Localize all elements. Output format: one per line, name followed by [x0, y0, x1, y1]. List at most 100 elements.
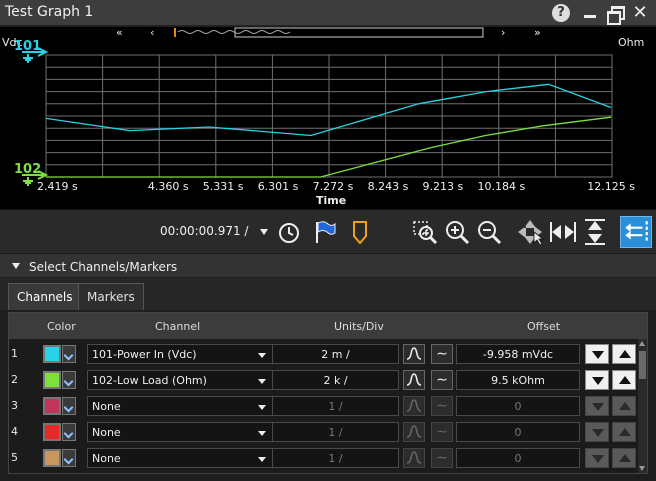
scroll-far-right-icon[interactable]: » — [534, 27, 541, 39]
waveform-step-icon[interactable] — [403, 370, 425, 390]
channel-select[interactable]: None — [87, 422, 273, 442]
offset-up-button[interactable] — [612, 448, 636, 468]
time-tick-label: 7.272 s — [313, 180, 354, 193]
overview-scroller[interactable]: « ‹ › » — [116, 27, 541, 39]
table-row: 5 None 1 / ∼ 0 — [9, 445, 637, 471]
offset-up-button[interactable] — [612, 396, 636, 416]
color-dropdown-icon[interactable] — [62, 449, 76, 467]
collapse-caret-icon[interactable] — [12, 263, 20, 269]
table-scrollbar[interactable] — [638, 339, 647, 473]
offset-field[interactable]: 9.5 kOhm — [456, 370, 580, 390]
color-swatch[interactable] — [43, 423, 61, 441]
color-swatch[interactable] — [43, 397, 61, 415]
plot-series — [45, 83, 612, 178]
color-dropdown-icon[interactable] — [62, 345, 76, 363]
units-div-field[interactable]: 1 / — [272, 422, 399, 442]
clock-button[interactable] — [276, 218, 304, 246]
graph-canvas[interactable]: « ‹ › » Vdc Ohm 101 102 2.419 s 4.360 s 5.… — [0, 27, 656, 209]
offset-up-button[interactable] — [612, 344, 636, 364]
offset-up-button[interactable] — [612, 422, 636, 442]
color-dropdown-icon[interactable] — [62, 423, 76, 441]
header-color: Color — [47, 320, 76, 333]
zoom-in-button[interactable] — [443, 218, 471, 246]
restore-button[interactable] — [606, 3, 626, 25]
scroll-thumb[interactable] — [639, 351, 646, 379]
header-offset: Offset — [527, 320, 561, 333]
scroll-track-button[interactable] — [620, 216, 652, 248]
pan-button[interactable] — [516, 218, 545, 246]
waveform-step-icon[interactable] — [403, 448, 425, 468]
color-swatch[interactable] — [43, 371, 61, 389]
offset-field[interactable]: 0 — [456, 448, 580, 468]
scroll-down-icon[interactable] — [639, 466, 645, 471]
units-div-field[interactable]: 1 / — [272, 448, 399, 468]
table-row: 3 None 1 / ∼ 0 — [9, 393, 637, 419]
offset-down-button[interactable] — [585, 396, 609, 416]
fit-vertical-button[interactable] — [581, 218, 609, 246]
waveform-step-icon[interactable] — [403, 344, 425, 364]
offset-up-button[interactable] — [612, 370, 636, 390]
color-dropdown-icon[interactable] — [62, 397, 76, 415]
waveform-smooth-icon[interactable]: ∼ — [431, 344, 453, 364]
help-button[interactable]: ? — [552, 4, 570, 22]
tab-channels[interactable]: Channels — [8, 283, 82, 310]
select-channels-label: Select Channels/Markers — [29, 260, 178, 274]
window-title: Test Graph 1 — [5, 4, 94, 20]
zoom-out-icon — [478, 221, 502, 245]
time-tick-label: 12.125 s — [587, 180, 635, 193]
offset-down-button[interactable] — [585, 344, 609, 364]
scroll-track-icon — [625, 221, 648, 243]
overview-waveform — [177, 30, 291, 34]
table-row: 1 101-Power In (Vdc) 2 m / ∼ -9.958 mVdc — [9, 341, 637, 367]
offset-field[interactable]: 0 — [456, 422, 580, 442]
waveform-smooth-icon[interactable]: ∼ — [431, 448, 453, 468]
units-div-field[interactable]: 2 m / — [272, 344, 399, 364]
waveform-smooth-icon[interactable]: ∼ — [431, 396, 453, 416]
scroll-up-icon[interactable] — [639, 341, 645, 346]
time-dropdown-icon[interactable] — [260, 228, 269, 236]
select-channels-header[interactable]: Select Channels/Markers — [0, 253, 656, 278]
offset-field[interactable]: 0 — [456, 396, 580, 416]
scroll-right-icon[interactable]: › — [501, 27, 505, 39]
fit-horizontal-icon — [550, 222, 576, 242]
channels-table: Color Channel Units/Div Offset 1 101-Powe… — [8, 312, 648, 474]
series-line-2 — [46, 116, 611, 178]
minimize-button[interactable] — [580, 3, 600, 23]
offset-down-button[interactable] — [585, 422, 609, 442]
overview-cursor[interactable] — [174, 28, 176, 37]
flag-button[interactable] — [311, 218, 339, 246]
channel-select[interactable]: None — [87, 448, 273, 468]
units-div-field[interactable]: 2 k / — [272, 370, 399, 390]
channel-select[interactable]: 101-Power In (Vdc) — [87, 344, 273, 364]
offset-field[interactable]: -9.958 mVdc — [456, 344, 580, 364]
channel-select[interactable]: None — [87, 396, 273, 416]
close-button[interactable]: ✕ — [630, 3, 650, 23]
waveform-smooth-icon[interactable]: ∼ — [431, 422, 453, 442]
waveform-step-icon[interactable] — [403, 422, 425, 442]
scroll-left-icon[interactable]: ‹ — [150, 27, 154, 39]
row-number: 1 — [11, 347, 18, 360]
fit-horizontal-button[interactable] — [549, 218, 577, 246]
row-number: 3 — [11, 399, 18, 412]
time-readout[interactable]: 00:00:00.971 / — [160, 224, 248, 238]
waveform-smooth-icon[interactable]: ∼ — [431, 370, 453, 390]
time-tick-label: 4.360 s — [148, 180, 189, 193]
offset-down-button[interactable] — [585, 370, 609, 390]
channel-marker-101[interactable]: 101 — [14, 39, 49, 63]
tab-markers[interactable]: Markers — [78, 283, 144, 310]
offset-down-button[interactable] — [585, 448, 609, 468]
units-div-field[interactable]: 1 / — [272, 396, 399, 416]
channel-select[interactable]: 102-Low Load (Ohm) — [87, 370, 273, 390]
marker-button[interactable] — [346, 218, 374, 246]
row-number: 2 — [11, 373, 18, 386]
flag-icon — [316, 221, 336, 243]
scroll-far-left-icon[interactable]: « — [116, 27, 123, 39]
color-dropdown-icon[interactable] — [62, 371, 76, 389]
zoom-region-button[interactable] — [411, 218, 439, 246]
waveform-step-icon[interactable] — [403, 396, 425, 416]
graph-panel[interactable]: « ‹ › » Vdc Ohm 101 102 2.419 s 4.360 s 5.… — [0, 27, 656, 209]
zoom-out-button[interactable] — [475, 218, 503, 246]
color-swatch[interactable] — [43, 449, 61, 467]
color-swatch[interactable] — [43, 345, 61, 363]
time-axis-label: Time — [316, 194, 346, 207]
